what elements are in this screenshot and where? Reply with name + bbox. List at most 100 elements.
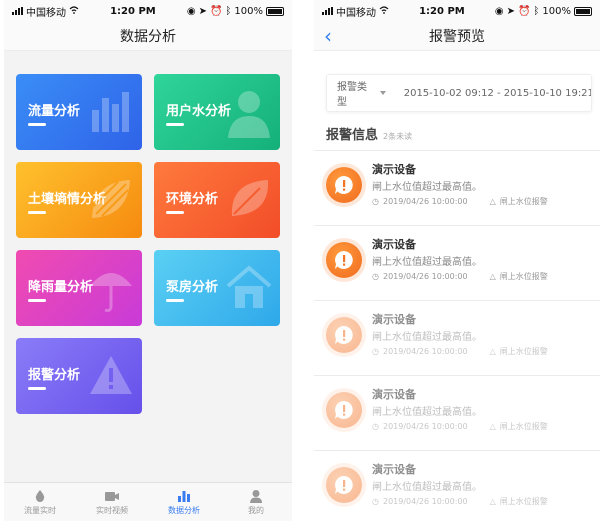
location-icon: ➤	[198, 5, 207, 17]
clock-icon: ◷	[372, 347, 379, 356]
flow-analysis-card[interactable]: 流量分析	[16, 74, 142, 150]
alarm-list-item[interactable]: 演示设备 闸上水位值超过最高值。 ◷ 2019/04/26 10:00:00 △…	[314, 450, 600, 521]
alarm-list-item[interactable]: 演示设备 闸上水位值超过最高值。 ◷ 2019/04/26 10:00:00 △…	[314, 150, 600, 225]
alarm-type-dropdown[interactable]: 报警类型	[327, 78, 386, 108]
tab-flow-realtime[interactable]: 流量实时	[4, 483, 76, 521]
chart-icon	[178, 490, 190, 502]
alarm-time: 2019/04/26 10:00:00	[382, 272, 468, 281]
tab-label: 实时视频	[96, 505, 128, 515]
alarm-desc: 闸上水位值超过最高值。	[372, 182, 482, 193]
card-underline	[166, 211, 184, 214]
alarm-clock-icon: ⏰	[209, 5, 223, 17]
alarm-type: 闸上水位报警	[499, 272, 548, 281]
back-chevron-icon[interactable]: ‹	[324, 26, 332, 46]
page-title: 数据分析	[120, 29, 176, 45]
alarm-list-item[interactable]: 演示设备 闸上水位值超过最高值。 ◷ 2019/04/26 10:00:00 △…	[314, 225, 600, 300]
unread-count: 2条未读	[383, 132, 413, 141]
soil-moisture-analysis-card[interactable]: 土壤墒情分析	[16, 162, 142, 238]
nav-bar: 数据分析	[4, 22, 292, 51]
card-label: 用户水分析	[166, 104, 232, 119]
date-range-picker[interactable]: 2015-10-02 09:12 - 2015-10-10 19:21	[386, 88, 591, 99]
alarm-preview-screen: 中国移动 1:20 PM ◉ ➤ ⏰ ᛒ 100% ‹ 报警预览 报警类型 20…	[314, 0, 600, 521]
status-time: 1:20 PM	[419, 5, 465, 17]
tab-bar: 流量实时 实时视频 数据分析 我的	[4, 482, 292, 521]
status-bar: 中国移动 1:20 PM ◉ ➤ ⏰ ᛒ 100%	[4, 0, 292, 22]
tab-label: 数据分析	[168, 505, 200, 515]
alarm-desc: 闸上水位值超过最高值。	[372, 332, 482, 343]
video-icon	[105, 491, 119, 501]
tab-realtime-video[interactable]: 实时视频	[76, 483, 148, 521]
card-label: 流量分析	[28, 104, 81, 119]
alarm-title: 演示设备	[372, 388, 416, 401]
tab-label: 我的	[248, 505, 264, 515]
page-title: 报警预览	[429, 29, 485, 45]
exclamation-bubble-icon	[335, 176, 353, 194]
alarm-meta: ◷ 2019/04/26 10:00:00 △ 闸上水位报警	[372, 346, 548, 357]
bluetooth-icon: ᛒ	[225, 5, 232, 17]
warning-triangle-icon: △	[489, 422, 496, 431]
lock-rotation-icon: ◉	[494, 5, 504, 17]
carrier-label: 中国移动	[336, 7, 376, 19]
warning-triangle-icon: △	[489, 197, 496, 206]
card-label: 报警分析	[28, 368, 81, 383]
pump-room-analysis-card[interactable]: 泵房分析	[154, 250, 280, 326]
alarm-type: 闸上水位报警	[499, 422, 548, 431]
alarm-desc: 闸上水位值超过最高值。	[372, 482, 482, 493]
card-underline	[28, 123, 46, 126]
warning-triangle-icon: △	[489, 347, 496, 356]
tab-label: 流量实时	[24, 505, 56, 515]
wifi-icon	[69, 5, 79, 17]
alarm-list-item[interactable]: 演示设备 闸上水位值超过最高值。 ◷ 2019/04/26 10:00:00 △…	[314, 375, 600, 450]
alarm-list-item[interactable]: 演示设备 闸上水位值超过最高值。 ◷ 2019/04/26 10:00:00 △…	[314, 300, 600, 375]
alarm-clock-icon: ⏰	[517, 5, 531, 17]
alarm-time: 2019/04/26 10:00:00	[382, 197, 468, 206]
alarm-badge	[326, 317, 362, 353]
alarm-analysis-card[interactable]: 报警分析	[16, 338, 142, 414]
alarm-meta: ◷ 2019/04/26 10:00:00 △ 闸上水位报警	[372, 196, 548, 207]
status-bar: 中国移动 1:20 PM ◉ ➤ ⏰ ᛒ 100%	[314, 0, 600, 22]
card-underline	[28, 387, 46, 390]
card-label: 环境分析	[166, 192, 219, 207]
card-underline	[28, 211, 46, 214]
environment-analysis-card[interactable]: 环境分析	[154, 162, 280, 238]
drop-icon	[35, 489, 45, 502]
warning-triangle-icon: △	[489, 272, 496, 281]
card-label: 泵房分析	[166, 280, 219, 295]
battery-percent: 100%	[542, 5, 571, 17]
clock-icon: ◷	[372, 272, 379, 281]
battery-icon	[266, 6, 284, 16]
wifi-icon	[379, 5, 389, 17]
alarm-meta: ◷ 2019/04/26 10:00:00 △ 闸上水位报警	[372, 496, 548, 507]
alarm-desc: 闸上水位值超过最高值。	[372, 257, 482, 268]
leaf-stripes-icon	[92, 180, 130, 218]
alarm-section-header: 报警信息 2条未读	[326, 124, 412, 143]
exclamation-bubble-icon	[335, 401, 353, 419]
bluetooth-icon: ᛒ	[533, 5, 540, 17]
card-underline	[166, 299, 184, 302]
rainfall-analysis-card[interactable]: 降雨量分析	[16, 250, 142, 326]
alarm-time: 2019/04/26 10:00:00	[382, 422, 468, 431]
alarm-badge	[326, 167, 362, 203]
signal-icon	[12, 7, 23, 15]
tab-data-analysis[interactable]: 数据分析	[148, 483, 220, 521]
warning-icon	[90, 356, 132, 394]
house-icon	[226, 265, 272, 308]
card-underline	[28, 299, 46, 302]
alarm-meta: ◷ 2019/04/26 10:00:00 △ 闸上水位报警	[372, 271, 548, 282]
exclamation-bubble-icon	[335, 251, 353, 269]
tab-me[interactable]: 我的	[220, 483, 292, 521]
section-title: 报警信息	[326, 128, 379, 143]
date-range-value: 2015-10-02 09:12 - 2015-10-10 19:21	[403, 87, 591, 99]
exclamation-bubble-icon	[335, 476, 353, 494]
data-analysis-screen: 中国移动 1:20 PM ◉ ➤ ⏰ ᛒ 100% 数据分析 流量分析 用户水分…	[4, 0, 292, 521]
location-icon: ➤	[506, 5, 515, 17]
clock-icon: ◷	[372, 497, 379, 506]
alarm-filter-bar: 报警类型 2015-10-02 09:12 - 2015-10-10 19:21	[326, 74, 592, 112]
user-water-analysis-card[interactable]: 用户水分析	[154, 74, 280, 150]
alarm-time: 2019/04/26 10:00:00	[382, 497, 468, 506]
person-icon	[250, 489, 262, 503]
alarm-title: 演示设备	[372, 238, 416, 251]
alarm-type: 闸上水位报警	[499, 347, 548, 356]
lock-rotation-icon: ◉	[186, 5, 196, 17]
warning-triangle-icon: △	[489, 497, 496, 506]
